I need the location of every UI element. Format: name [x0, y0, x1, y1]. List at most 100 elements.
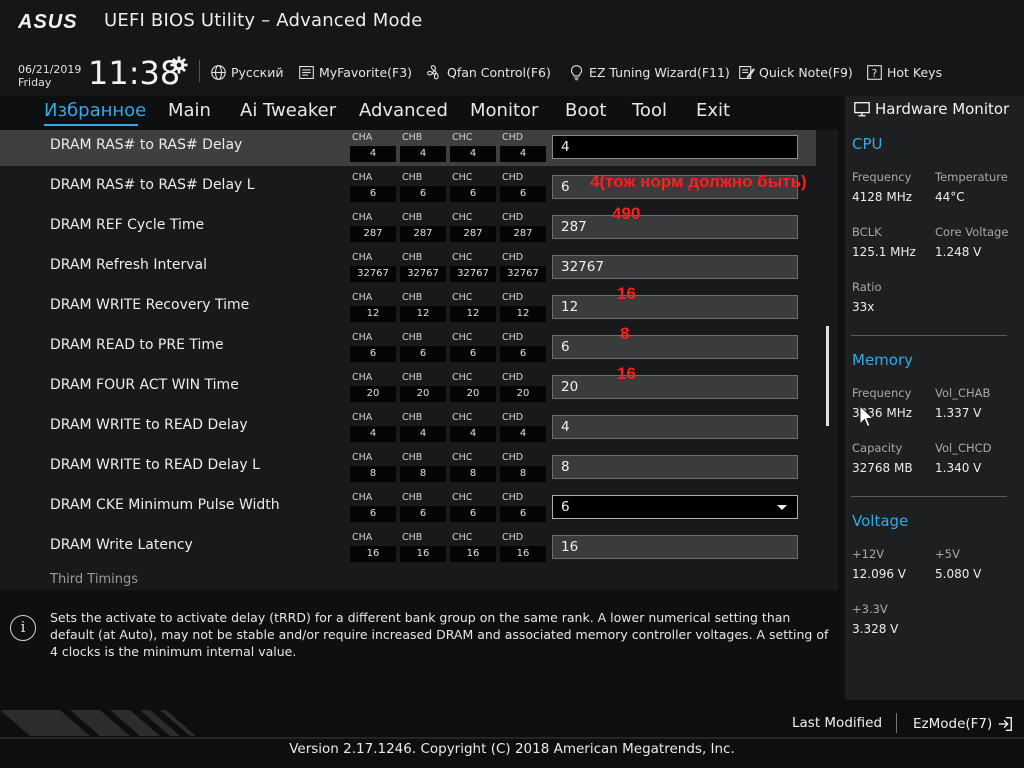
setting-value-input[interactable]: 6: [552, 335, 798, 359]
channel-name: CHB: [402, 132, 423, 143]
svg-text:ASUS: ASUS: [18, 11, 78, 32]
toolbar-divider: [199, 60, 200, 82]
channel-readout: CHA 16: [350, 532, 396, 562]
footer-divider: [896, 713, 897, 733]
vol-chcd-value: 1.340 V: [935, 461, 982, 475]
setting-value-input[interactable]: 4: [552, 135, 798, 159]
setting-label: DRAM CKE Minimum Pulse Width: [50, 497, 280, 513]
tab-exit[interactable]: Exit: [696, 100, 730, 121]
ez-tuning-wizard-button[interactable]: EZ Tuning Wizard(F11): [568, 62, 730, 82]
setting-value-input[interactable]: 16: [552, 535, 798, 559]
channel-name: CHA: [352, 492, 373, 503]
tab-favorites[interactable]: Избранное: [44, 100, 146, 121]
channel-name: CHA: [352, 212, 373, 223]
handwritten-annotation: 490: [612, 204, 641, 223]
setting-value-input[interactable]: 8: [552, 455, 798, 479]
setting-row[interactable]: DRAM WRITE to READ Delay CHA 4 CHB 4 CHC 4 CHD 4…: [0, 410, 816, 446]
day-text: Friday: [18, 76, 52, 89]
tab-ai-tweaker[interactable]: Ai Tweaker: [240, 100, 336, 121]
channel-value: 6: [350, 346, 396, 362]
channel-value: 12: [400, 306, 446, 322]
channel-name: CHD: [502, 372, 524, 383]
cpu-temperature-label: Temperature: [935, 170, 1008, 184]
channel-readout: CHD 287: [500, 212, 546, 242]
channel-value: 32767: [350, 266, 396, 282]
setting-label: DRAM READ to PRE Time: [50, 337, 224, 353]
channel-name: CHA: [352, 252, 373, 263]
vol-chcd-label: Vol_CHCD: [935, 441, 992, 455]
channel-name: CHA: [352, 412, 373, 423]
bclk-label: BCLK: [852, 225, 882, 239]
setting-label: DRAM RAS# to RAS# Delay L: [50, 177, 255, 193]
tab-advanced[interactable]: Advanced: [359, 100, 448, 121]
channel-value: 6: [400, 506, 446, 522]
mouse-cursor-icon: [859, 405, 875, 428]
channel-readout: CHB 12: [400, 292, 446, 322]
setting-value-input[interactable]: 32767: [552, 255, 798, 279]
setting-row[interactable]: DRAM READ to PRE Time CHA 6 CHB 6 CHC 6 CHD 6 6 8: [0, 324, 816, 366]
hw-cpu-title: CPU: [852, 135, 883, 153]
myfavorite-label: MyFavorite(F3): [319, 64, 413, 80]
setting-row[interactable]: DRAM Refresh Interval CHA 32767 CHB 32767 CHC…: [0, 250, 816, 286]
setting-value-input[interactable]: 4: [552, 415, 798, 439]
channel-name: CHB: [402, 292, 423, 303]
app-title: UEFI BIOS Utility – Advanced Mode: [104, 10, 423, 31]
channel-name: CHC: [452, 492, 473, 503]
hot-keys-label: Hot Keys: [887, 64, 943, 80]
setting-value-input[interactable]: 12: [552, 295, 798, 319]
setting-row[interactable]: DRAM WRITE to READ Delay L CHA 8 CHB 8 CHC 8 CH…: [0, 450, 816, 486]
setting-label: DRAM WRITE Recovery Time: [50, 297, 250, 313]
qfan-control-label: Qfan Control(F6): [447, 64, 551, 80]
gear-icon[interactable]: [170, 56, 188, 74]
setting-value: 12: [561, 299, 579, 315]
channel-value: 16: [450, 546, 496, 562]
channel-value: 32767: [450, 266, 496, 282]
tab-boot[interactable]: Boot: [565, 100, 606, 121]
setting-row[interactable]: DRAM RAS# to RAS# Delay L CHA 6 CHB 6 CHC 6 CHD…: [0, 170, 816, 206]
v33-label: +3.3V: [852, 602, 888, 616]
cpu-frequency-value: 4128 MHz: [852, 190, 913, 204]
last-modified-button[interactable]: Last Modified: [792, 715, 882, 731]
setting-row[interactable]: DRAM CKE Minimum Pulse Width CHA 6 CHB 6 CHC 6…: [0, 490, 816, 526]
setting-row[interactable]: DRAM REF Cycle Time CHA 287 CHB 287 CHC 287 CHD…: [0, 204, 816, 246]
quick-note-button[interactable]: Quick Note(F9): [738, 62, 853, 82]
question-icon: ?: [867, 64, 882, 80]
tab-monitor[interactable]: Monitor: [470, 100, 538, 121]
channel-readout: CHD 4: [500, 412, 546, 442]
core-voltage-value: 1.248 V: [935, 245, 982, 259]
exit-arrow-icon: [998, 717, 1013, 731]
setting-value-input[interactable]: 287: [552, 215, 798, 239]
hot-keys-button[interactable]: ? Hot Keys: [866, 62, 942, 82]
qfan-control-button[interactable]: Qfan Control(F6): [426, 62, 551, 82]
setting-row[interactable]: DRAM FOUR ACT WIN Time CHA 20 CHB 20 CHC 20 CHD…: [0, 364, 816, 406]
language-button[interactable]: Русский: [210, 62, 283, 82]
vol-chab-value: 1.337 V: [935, 406, 982, 420]
ezmode-button[interactable]: EzMode(F7): [913, 715, 1014, 733]
tab-main[interactable]: Main: [168, 100, 211, 121]
setting-row[interactable]: DRAM RAS# to RAS# Delay CHA 4 CHB 4 CHC 4 CHD 4 4: [0, 130, 816, 166]
channel-value: 6: [400, 186, 446, 202]
setting-value: 6: [561, 339, 570, 355]
channel-value: 4: [500, 146, 546, 162]
channel-readout: CHC 6: [450, 492, 496, 522]
channel-value: 20: [350, 386, 396, 402]
channel-name: CHD: [502, 212, 524, 223]
tab-tool[interactable]: Tool: [632, 100, 667, 121]
scrollbar-thumb[interactable]: [826, 326, 829, 426]
setting-row[interactable]: DRAM WRITE Recovery Time CHA 12 CHB 12 CHC 12 C…: [0, 284, 816, 326]
channel-readout: CHD 16: [500, 532, 546, 562]
channel-value: 6: [350, 186, 396, 202]
clock-time[interactable]: 11:38: [88, 54, 180, 92]
channel-name: CHB: [402, 172, 423, 183]
channel-name: CHA: [352, 532, 373, 543]
setting-value: 8: [561, 459, 570, 475]
channel-value: 6: [450, 506, 496, 522]
setting-value-input[interactable]: 20: [552, 375, 798, 399]
myfavorite-button[interactable]: MyFavorite(F3): [298, 62, 412, 82]
channel-name: CHD: [502, 132, 524, 143]
channel-value: 32767: [400, 266, 446, 282]
ratio-value: 33x: [852, 300, 875, 314]
date-text: 06/21/2019: [18, 63, 82, 76]
setting-row[interactable]: DRAM Write Latency CHA 16 CHB 16 CHC 16 CHD 16 16: [0, 530, 816, 566]
setting-dropdown[interactable]: 6: [552, 495, 798, 519]
